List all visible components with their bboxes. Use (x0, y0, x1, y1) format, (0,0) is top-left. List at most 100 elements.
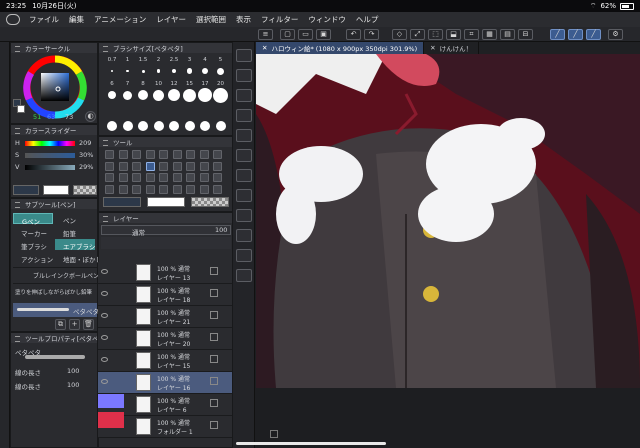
tool-icon[interactable] (145, 150, 155, 159)
pen-stroke-3-icon[interactable]: ╱ (586, 29, 601, 40)
tool-icon[interactable] (118, 184, 128, 194)
brush-size-dot[interactable] (202, 68, 208, 74)
hue-slider[interactable] (25, 141, 75, 146)
dock-icon-close[interactable] (236, 49, 252, 62)
deselect-icon[interactable]: ⬚ (428, 29, 443, 40)
hatch-icon[interactable]: ▤ (500, 29, 515, 40)
tool-icon[interactable] (118, 173, 128, 182)
pen-stroke-2-icon[interactable]: ╱ (568, 29, 583, 40)
brush-size-dot[interactable] (111, 70, 113, 72)
save-icon[interactable]: ▣ (316, 29, 331, 40)
color-wheel[interactable] (23, 55, 87, 119)
brush-size-dot-large[interactable] (138, 121, 148, 131)
menu-help[interactable]: ヘルプ (351, 14, 384, 25)
brush-item-petapeta[interactable]: ペタペタ (13, 303, 99, 317)
subtool-g-pen[interactable]: Gペン (13, 213, 53, 226)
dock-icon-6[interactable] (236, 169, 252, 182)
dock-icon-5[interactable] (236, 149, 252, 162)
tool-icon[interactable] (172, 184, 182, 194)
transform-icon[interactable]: ⤢ (410, 29, 425, 40)
tool-icon[interactable] (145, 173, 155, 182)
layer-link-icon[interactable] (210, 421, 218, 429)
undo-icon[interactable]: ↶ (346, 29, 361, 40)
subtool-copy-icon[interactable]: ⧉ (55, 319, 66, 330)
tab-kenken[interactable]: ✕ けんけん！ (424, 42, 480, 54)
tool-icon[interactable] (172, 150, 182, 159)
visibility-eye-icon[interactable] (101, 291, 108, 296)
tool-icon[interactable] (186, 161, 195, 171)
visibility-eye-icon[interactable] (101, 269, 108, 274)
brush-size-dot[interactable] (171, 68, 177, 74)
menu-layer[interactable]: レイヤー (151, 14, 191, 25)
brush-size-dot[interactable] (217, 67, 224, 75)
open-file-icon[interactable]: ▭ (298, 29, 313, 40)
layer-row[interactable]: 100 % 通常 レイヤー 20 (98, 328, 232, 350)
tool-icon[interactable] (172, 161, 182, 171)
dock-icon-10[interactable] (236, 249, 252, 262)
slider-sub-color[interactable] (43, 185, 69, 195)
tool-sub-color[interactable] (147, 197, 185, 207)
brush-item-blend-pencil[interactable]: 塗りを伸ばしながらぼかし鉛筆 (13, 283, 97, 301)
tool-icon[interactable] (199, 173, 209, 182)
menu-animation[interactable]: アニメーション (89, 14, 151, 25)
invert-selection-icon[interactable]: ⬓ (446, 29, 461, 40)
subtool-brush[interactable]: 筆ブラシ (13, 239, 53, 251)
brush-size-dot[interactable] (141, 69, 145, 73)
dock-icon-11[interactable] (236, 269, 252, 282)
brush-size-dot-large[interactable] (184, 121, 195, 131)
tool-icon[interactable] (199, 161, 209, 171)
tool-icon[interactable] (199, 184, 209, 194)
tool-icon[interactable] (118, 161, 128, 171)
menu-selection[interactable]: 選択範囲 (191, 14, 231, 25)
brush-size-dot[interactable] (153, 89, 164, 101)
visibility-eye-icon[interactable] (101, 335, 108, 340)
clear-icon[interactable]: ◇ (392, 29, 407, 40)
layer-link-icon[interactable] (210, 333, 218, 341)
dock-icon-3[interactable] (236, 109, 252, 122)
tab-close-icon[interactable]: ✕ (262, 44, 267, 52)
visibility-eye-icon[interactable] (101, 379, 108, 384)
brush-size-dot-large[interactable] (200, 121, 210, 131)
subtool-pencil[interactable]: 鉛筆 (55, 226, 95, 238)
navigator-icon[interactable] (270, 430, 278, 438)
brush-item-ballpen[interactable]: ブルレインクボールペン (13, 267, 99, 281)
brush-size-dot[interactable] (168, 89, 180, 101)
tool-icon[interactable] (145, 184, 155, 194)
menu-filter[interactable]: フィルター (256, 14, 303, 25)
pen-stroke-icon[interactable]: ╱ (550, 29, 565, 40)
settings-icon[interactable]: ⚙ (608, 29, 623, 40)
tool-icon[interactable] (186, 150, 195, 159)
dock-icon-8[interactable] (236, 209, 252, 222)
tool-icon[interactable] (186, 173, 195, 182)
value-slider[interactable] (25, 165, 75, 170)
crop-icon[interactable]: ⌗ (464, 29, 479, 40)
tool-icon[interactable] (213, 184, 222, 194)
tool-icon[interactable] (213, 150, 222, 159)
property-value-1[interactable]: 100 (67, 367, 79, 375)
saturation-slider[interactable] (25, 153, 75, 158)
dock-icon-7[interactable] (236, 189, 252, 202)
layer-link-icon[interactable] (210, 377, 218, 385)
visibility-eye-icon[interactable] (101, 357, 108, 362)
fill-icon[interactable]: ▦ (482, 29, 497, 40)
menu-window[interactable]: ウィンドウ (303, 14, 351, 25)
menu-file[interactable]: ファイル (24, 14, 64, 25)
tool-icon[interactable] (132, 161, 141, 171)
layer-row[interactable]: 100 % 通常 レイヤー 18 (98, 284, 232, 306)
tool-icon[interactable] (199, 150, 209, 159)
slider-main-color[interactable] (13, 185, 39, 195)
sub-color-swatch[interactable] (17, 105, 25, 113)
blend-mode-select[interactable]: 通常 (101, 225, 231, 237)
menu-list-icon[interactable]: ≡ (258, 29, 273, 40)
layer-row[interactable]: 100 % 通常 レイヤー 16 (98, 372, 232, 394)
brush-size-dot[interactable] (108, 91, 116, 99)
tool-icon[interactable] (213, 161, 222, 171)
brush-size-dot[interactable] (183, 88, 196, 102)
tool-icon[interactable] (145, 161, 155, 171)
app-logo-icon[interactable] (6, 14, 20, 25)
dock-icon-1[interactable] (236, 69, 252, 82)
tool-main-color[interactable] (103, 197, 141, 207)
tab-close-icon[interactable]: ✕ (430, 44, 435, 52)
layer-row[interactable]: 100 % 通常 レイヤー 21 (98, 306, 232, 328)
brush-size-dot-large[interactable] (169, 121, 179, 131)
